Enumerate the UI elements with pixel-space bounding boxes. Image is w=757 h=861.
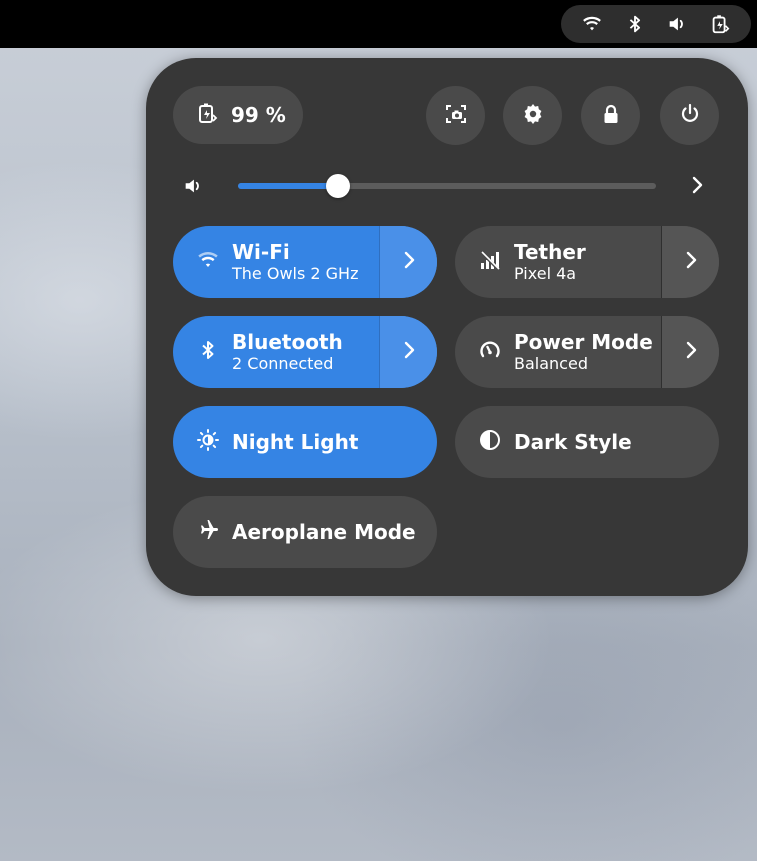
dark-style-title: Dark Style xyxy=(514,430,632,454)
battery-charging-icon xyxy=(195,101,231,129)
lock-icon xyxy=(599,102,623,130)
power-mode-title: Power Mode xyxy=(514,330,653,354)
speedometer-icon xyxy=(478,338,514,366)
battery-status-button[interactable]: 99 % xyxy=(173,86,303,144)
volume-slider-fill xyxy=(238,183,338,189)
bluetooth-toggle-tile[interactable]: Bluetooth 2 Connected xyxy=(173,316,437,388)
battery-percentage: 99 % xyxy=(231,103,286,127)
tether-toggle-tile[interactable]: Tether Pixel 4a xyxy=(455,226,719,298)
power-mode-tile[interactable]: Power Mode Balanced xyxy=(455,316,719,388)
bluetooth-status: 2 Connected xyxy=(232,354,334,373)
power-mode-value: Balanced xyxy=(514,354,588,373)
cellular-signal-off-icon xyxy=(478,248,514,276)
dark-style-toggle[interactable]: Dark Style xyxy=(455,406,719,478)
bluetooth-title: Bluetooth xyxy=(232,330,343,354)
volume-output-menu-button[interactable] xyxy=(684,174,710,200)
screenshot-icon xyxy=(444,102,468,130)
bluetooth-toggle-button[interactable]: Bluetooth 2 Connected xyxy=(173,316,379,388)
power-button[interactable] xyxy=(660,86,719,145)
tether-title: Tether xyxy=(514,240,586,264)
dark-style-icon xyxy=(478,428,514,456)
screenshot-button[interactable] xyxy=(426,86,485,145)
tether-menu-button[interactable] xyxy=(661,226,719,298)
power-mode-toggle-button[interactable]: Power Mode Balanced xyxy=(455,316,661,388)
settings-button[interactable] xyxy=(503,86,562,145)
chevron-right-icon xyxy=(685,173,709,201)
tether-toggle-button[interactable]: Tether Pixel 4a xyxy=(455,226,661,298)
chevron-right-icon xyxy=(679,248,703,276)
aeroplane-mode-title: Aeroplane Mode xyxy=(232,520,416,544)
wifi-network-name: The Owls 2 GHz xyxy=(232,264,359,283)
bluetooth-icon xyxy=(196,338,232,366)
airplane-icon xyxy=(196,518,232,546)
chevron-right-icon xyxy=(679,338,703,366)
power-icon xyxy=(678,102,702,130)
aeroplane-mode-toggle[interactable]: Aeroplane Mode xyxy=(173,496,437,568)
aeroplane-mode-toggle-button[interactable]: Aeroplane Mode xyxy=(173,496,437,568)
wifi-icon xyxy=(581,13,603,35)
bluetooth-menu-button[interactable] xyxy=(379,316,437,388)
night-light-toggle-button[interactable]: Night Light xyxy=(173,406,437,478)
volume-icon xyxy=(666,13,688,35)
volume-slider-handle[interactable] xyxy=(326,174,350,198)
gear-icon xyxy=(521,102,545,130)
bluetooth-icon xyxy=(624,13,646,35)
chevron-right-icon xyxy=(397,248,421,276)
night-light-icon xyxy=(196,428,232,456)
quick-settings-panel: 99 % Wi-Fi The Owls 2 GHz Tether Pixel 4… xyxy=(146,58,748,596)
battery-charging-icon xyxy=(709,13,731,35)
wifi-toggle-tile[interactable]: Wi-Fi The Owls 2 GHz xyxy=(173,226,437,298)
night-light-toggle[interactable]: Night Light xyxy=(173,406,437,478)
wifi-icon xyxy=(196,248,232,276)
volume-slider[interactable] xyxy=(238,174,656,198)
tether-device-name: Pixel 4a xyxy=(514,264,577,283)
lock-button[interactable] xyxy=(581,86,640,145)
wifi-toggle-button[interactable]: Wi-Fi The Owls 2 GHz xyxy=(173,226,379,298)
top-bar xyxy=(0,0,757,48)
dark-style-toggle-button[interactable]: Dark Style xyxy=(455,406,719,478)
system-tray[interactable] xyxy=(561,5,751,43)
chevron-right-icon xyxy=(397,338,421,366)
wifi-title: Wi-Fi xyxy=(232,240,290,264)
night-light-title: Night Light xyxy=(232,430,359,454)
wifi-menu-button[interactable] xyxy=(379,226,437,298)
volume-icon[interactable] xyxy=(182,175,204,197)
power-mode-menu-button[interactable] xyxy=(661,316,719,388)
